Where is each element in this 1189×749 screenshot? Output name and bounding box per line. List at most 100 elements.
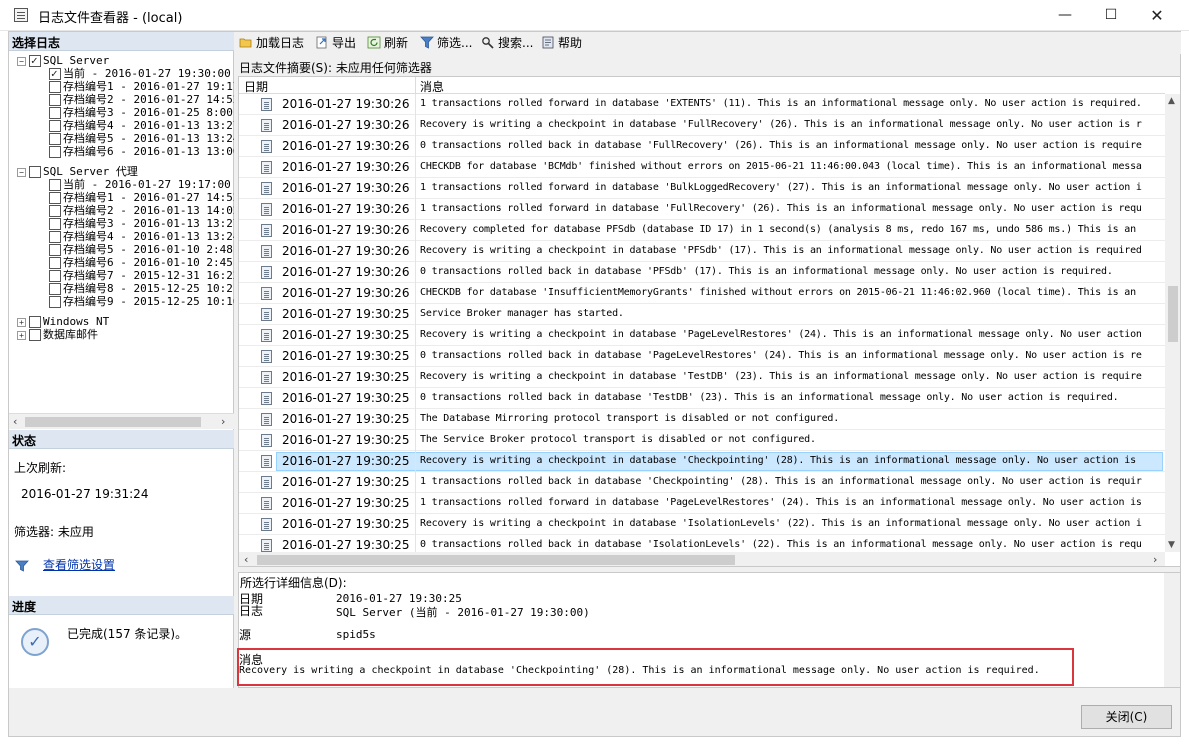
grid-hscroll-thumb[interactable] xyxy=(257,555,735,565)
tree-group-node[interactable]: − SQL Server 代理 xyxy=(17,165,138,178)
collapse-icon[interactable]: − xyxy=(17,167,26,177)
expand-icon[interactable]: + xyxy=(17,330,26,340)
tree-log-node[interactable]: 存档编号1 - 2016-01-27 14:52 xyxy=(49,191,234,204)
column-header-message[interactable]: 消息 xyxy=(420,78,444,95)
log-checkbox[interactable] xyxy=(49,205,61,217)
tree-log-node[interactable]: 存档编号9 - 2015-12-25 10:16 xyxy=(49,295,234,308)
log-checkbox[interactable] xyxy=(49,94,61,106)
log-checkbox[interactable] xyxy=(49,218,61,230)
log-checkbox[interactable] xyxy=(49,270,61,282)
log-checkbox[interactable] xyxy=(49,244,61,256)
tree-log-node[interactable]: 存档编号6 - 2016-01-13 13:00 xyxy=(49,145,234,158)
log-row[interactable]: 2016-01-27 19:30:25 The Service Broker pr… xyxy=(239,430,1165,451)
tree-log-node[interactable]: 存档编号7 - 2015-12-31 16:22 xyxy=(49,269,234,282)
log-row[interactable]: 2016-01-27 19:30:25 0 transactions rolled… xyxy=(239,388,1165,409)
export-button[interactable]: 导出 xyxy=(315,35,356,51)
log-checkbox[interactable] xyxy=(49,231,61,243)
grid-vscroll-thumb[interactable] xyxy=(1168,286,1178,342)
tree-log-node[interactable]: 存档编号1 - 2016-01-27 19:17 xyxy=(49,80,234,93)
log-row[interactable]: 2016-01-27 19:30:26 0 transactions rolled… xyxy=(239,262,1165,283)
grid-scroll-right-arrow-icon[interactable]: › xyxy=(1153,553,1157,566)
tree-log-node[interactable]: 当前 - 2016-01-27 19:17:00 xyxy=(49,178,231,191)
scroll-up-arrow-icon[interactable]: ▲ xyxy=(1168,96,1175,106)
log-entry-icon xyxy=(261,413,272,426)
log-row[interactable]: 2016-01-27 19:30:25 0 transactions rolled… xyxy=(239,346,1165,367)
tree-log-node[interactable]: 存档编号3 - 2016-01-25 8:00: xyxy=(49,106,234,119)
load-log-button[interactable]: 加载日志 xyxy=(239,35,304,51)
maximize-button[interactable]: ☐ xyxy=(1088,0,1134,31)
log-row[interactable]: 2016-01-27 19:30:25 The Database Mirrorin… xyxy=(239,409,1165,430)
tree-log-node[interactable]: 存档编号4 - 2016-01-13 13:27 xyxy=(49,119,234,132)
tree-log-node[interactable]: 存档编号5 - 2016-01-10 2:48: xyxy=(49,243,234,256)
log-row[interactable]: 2016-01-27 19:30:26 Recovery completed fo… xyxy=(239,220,1165,241)
column-header-date[interactable]: 日期 xyxy=(244,78,268,95)
expand-icon[interactable]: + xyxy=(17,317,26,327)
search-button[interactable]: 搜索... xyxy=(481,35,533,51)
tree-log-node[interactable]: 存档编号3 - 2016-01-13 13:27 xyxy=(49,217,234,230)
log-checkbox[interactable] xyxy=(29,329,41,341)
log-row[interactable]: 2016-01-27 19:30:26 1 transactions rolled… xyxy=(239,178,1165,199)
log-checkbox[interactable] xyxy=(29,316,41,328)
log-checkbox[interactable] xyxy=(49,81,61,93)
log-row[interactable]: 2016-01-27 19:30:25 1 transactions rolled… xyxy=(239,472,1165,493)
tree-node-label: 存档编号2 - 2016-01-27 14:52 xyxy=(63,93,234,106)
tree-node-label: 存档编号2 - 2016-01-13 14:02 xyxy=(63,204,234,217)
log-checkbox[interactable] xyxy=(49,133,61,145)
filter-button[interactable]: 筛选... xyxy=(420,35,472,51)
tree-log-node[interactable]: 存档编号2 - 2016-01-13 14:02 xyxy=(49,204,234,217)
tree-log-node[interactable]: 存档编号4 - 2016-01-13 13:24 xyxy=(49,230,234,243)
log-row[interactable]: 2016-01-27 19:30:26 CHECKDB for database … xyxy=(239,283,1165,304)
scroll-left-arrow-icon[interactable]: ‹ xyxy=(13,415,17,428)
log-row[interactable]: 2016-01-27 19:30:25 Recovery is writing a… xyxy=(239,451,1165,472)
log-checkbox[interactable] xyxy=(49,296,61,308)
log-row[interactable]: 2016-01-27 19:30:25 Recovery is writing a… xyxy=(239,367,1165,388)
log-checkbox[interactable] xyxy=(49,146,61,158)
log-row[interactable]: 2016-01-27 19:30:26 Recovery is writing a… xyxy=(239,241,1165,262)
log-row[interactable]: 2016-01-27 19:30:25 Service Broker manage… xyxy=(239,304,1165,325)
log-row[interactable]: 2016-01-27 19:30:25 1 transactions rolled… xyxy=(239,493,1165,514)
tree-log-node[interactable]: 存档编号5 - 2016-01-13 13:24 xyxy=(49,132,234,145)
close-button[interactable]: 关闭(C) xyxy=(1081,705,1172,729)
details-vertical-scrollbar[interactable] xyxy=(1164,573,1180,687)
tree-scroll-thumb[interactable] xyxy=(25,417,201,427)
help-button[interactable]: 帮助 xyxy=(541,35,582,51)
log-checkbox[interactable] xyxy=(49,179,61,191)
refresh-button[interactable]: 刷新 xyxy=(367,35,408,51)
tree-group-node[interactable]: + Windows NT xyxy=(17,315,109,328)
log-checkbox[interactable] xyxy=(49,120,61,132)
scroll-down-arrow-icon[interactable]: ▼ xyxy=(1168,540,1175,550)
tree-log-node[interactable]: 当前 - 2016-01-27 19:30:00 xyxy=(49,67,231,80)
last-refresh-value: 2016-01-27 19:31:24 xyxy=(21,487,149,501)
log-row[interactable]: 2016-01-27 19:30:26 0 transactions rolled… xyxy=(239,136,1165,157)
log-checkbox[interactable] xyxy=(49,67,61,80)
log-row[interactable]: 2016-01-27 19:30:26 1 transactions rolled… xyxy=(239,199,1165,220)
tree-log-node[interactable]: 存档编号2 - 2016-01-27 14:52 xyxy=(49,93,234,106)
tree-group-node[interactable]: + 数据库邮件 xyxy=(17,328,98,341)
tree-group-node[interactable]: − SQL Server xyxy=(17,54,109,67)
log-checkbox[interactable] xyxy=(49,257,61,269)
log-row[interactable]: 2016-01-27 19:30:26 Recovery is writing a… xyxy=(239,115,1165,136)
log-row[interactable]: 2016-01-27 19:30:26 1 transactions rolled… xyxy=(239,94,1165,115)
tree-log-node[interactable]: 存档编号8 - 2015-12-25 10:21 xyxy=(49,282,234,295)
log-row[interactable]: 2016-01-27 19:30:25 Recovery is writing a… xyxy=(239,514,1165,535)
grid-horizontal-scrollbar[interactable]: ‹ › xyxy=(239,552,1165,566)
tree-log-node[interactable]: 存档编号6 - 2016-01-10 2:45: xyxy=(49,256,234,269)
collapse-icon[interactable]: − xyxy=(17,56,26,66)
log-checkbox[interactable] xyxy=(49,283,61,295)
grid-scroll-left-arrow-icon[interactable]: ‹ xyxy=(244,553,248,566)
log-row[interactable]: 2016-01-27 19:30:26 CHECKDB for database … xyxy=(239,157,1165,178)
close-window-button[interactable]: ✕ xyxy=(1134,0,1180,31)
log-row[interactable]: 2016-01-27 19:30:25 Recovery is writing a… xyxy=(239,325,1165,346)
column-divider[interactable] xyxy=(415,77,416,94)
log-checkbox[interactable] xyxy=(49,107,61,119)
scroll-right-arrow-icon[interactable]: › xyxy=(221,415,225,428)
log-row[interactable]: 2016-01-27 19:30:25 0 transactions rolled… xyxy=(239,535,1165,552)
view-filter-settings-link[interactable]: 查看筛选设置 xyxy=(43,556,115,573)
log-checkbox[interactable] xyxy=(49,192,61,204)
tree-horizontal-scrollbar[interactable]: ‹ › xyxy=(9,413,234,429)
message-highlight-box xyxy=(237,648,1074,686)
log-checkbox[interactable] xyxy=(29,166,41,178)
grid-vertical-scrollbar[interactable]: ▲ ▼ xyxy=(1165,94,1180,552)
log-checkbox[interactable] xyxy=(29,54,41,67)
minimize-button[interactable]: — xyxy=(1042,0,1088,31)
